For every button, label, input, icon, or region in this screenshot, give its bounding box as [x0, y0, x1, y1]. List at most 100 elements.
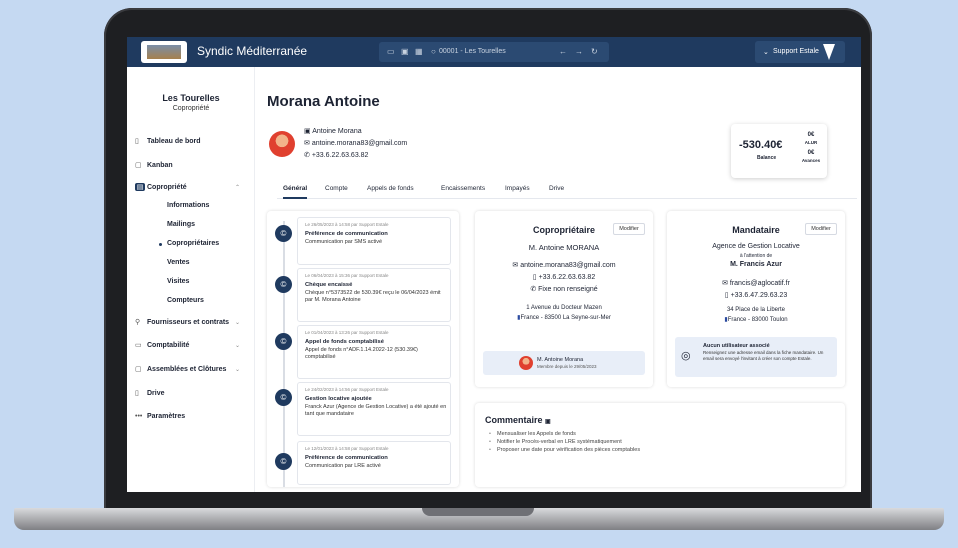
timeline-desc: Chèque n°5373522 de 530.39€ reçu le 06/0…: [305, 290, 441, 303]
book-icon: ▯: [135, 138, 139, 145]
sidebar-item-dashboard[interactable]: ▯ Tableau de bord: [135, 137, 201, 145]
avatar: [269, 131, 295, 157]
timeline-title: Gestion locative ajoutée: [305, 396, 372, 402]
sidebar-item-copropriete[interactable]: ▤ Copropriété: [135, 183, 187, 191]
member-badge[interactable]: M. Antoine Morana Membre depuis le 29/05…: [483, 351, 645, 375]
org-type: Copropriété: [172, 105, 210, 112]
euro-icon: ©: [275, 276, 292, 293]
agent-card: Mandataire Modifier Agence de Gestion Lo…: [667, 211, 845, 387]
sub-item-compteurs[interactable]: Compteurs: [167, 297, 204, 304]
timeline-title: Chèque encaissé: [305, 282, 353, 288]
timeline-item[interactable]: Le 24/02/2023 à 14:56 par Support Estale…: [297, 382, 451, 436]
building-icon: ▤: [135, 183, 145, 191]
main-content: Morana Antoine ▣ Antoine Morana ✉ antoin…: [255, 67, 861, 492]
tab-impayes[interactable]: Impayés: [505, 185, 530, 192]
activity-timeline: © Le 26/05/2023 à 14:58 par Support Esta…: [267, 211, 459, 487]
sub-item-ventes[interactable]: Ventes: [167, 259, 190, 266]
sidebar-item-parametres[interactable]: ••• Paramètres: [135, 413, 185, 420]
phone-icon: ✆: [530, 286, 539, 293]
no-user-warning: ◎ Aucun utilisateur associé Renseignez u…: [675, 337, 837, 377]
app-title: Syndic Méditerranée: [197, 44, 308, 58]
sub-item-coproprietaires[interactable]: Copropriétaires: [158, 240, 219, 247]
page-title: Morana Antoine: [267, 93, 380, 110]
search-input[interactable]: 00001 - Les Tourelles: [439, 48, 506, 55]
euro-icon: ©: [275, 453, 292, 470]
country-text: France - 83500 La Seyne-sur-Mer: [520, 315, 611, 321]
chevron-down-icon[interactable]: ⌄: [235, 319, 240, 326]
window-icon[interactable]: ▭: [387, 47, 395, 56]
phone-icon: ✆: [304, 152, 312, 159]
grid-icon[interactable]: ▦: [415, 47, 423, 56]
mail-icon: ✉: [722, 280, 730, 287]
contact-email[interactable]: ✉ antoine.morana83@gmail.com: [304, 139, 407, 147]
user-menu[interactable]: ⌄ Support Estale: [755, 41, 845, 63]
back-arrow-icon[interactable]: ←: [559, 47, 567, 56]
edit-icon[interactable]: ▣: [545, 419, 551, 425]
member-name: M. Antoine Morana: [537, 357, 584, 363]
timeline-meta: Le 12/01/2023 à 14:58 par Support Estale: [305, 446, 389, 451]
owner-email[interactable]: ✉ antoine.morana83@gmail.com: [475, 261, 653, 269]
timeline-line: [283, 221, 285, 487]
tab-compte[interactable]: Compte: [325, 185, 348, 192]
member-since: Membre depuis le 29/05/2023: [537, 364, 597, 369]
mail-icon: ✉: [304, 140, 312, 147]
sub-item-informations[interactable]: Informations: [167, 202, 209, 209]
agent-agency: Agence de Gestion Locative: [712, 243, 800, 250]
owner-phone[interactable]: ▯ +33.6.22.63.63.82: [475, 273, 653, 281]
sidebar-item-drive[interactable]: ▯ Drive: [135, 389, 165, 397]
euro-icon: ©: [275, 389, 292, 406]
chat-icon: ▢: [135, 162, 142, 169]
timeline-item[interactable]: Le 26/05/2023 à 14:58 par Support Estale…: [297, 217, 451, 265]
app-screen: Syndic Méditerranée ▭ ▣ ▦ ○ 00001 - Les …: [127, 37, 861, 492]
agent-address-line1: 34 Place de la Liberte: [726, 307, 786, 313]
timeline-item[interactable]: Le 12/01/2023 à 14:58 par Support Estale…: [297, 441, 451, 485]
file-icon: ▯: [135, 390, 139, 397]
reload-icon[interactable]: ↻: [591, 47, 598, 56]
agent-attention: à l'attention de: [739, 253, 773, 259]
tab-encaissements[interactable]: Encaissements: [441, 185, 485, 192]
agent-address-line2: ▮France - 83000 Toulon: [667, 316, 845, 323]
tab-appels-de-fonds[interactable]: Appels de fonds: [367, 185, 414, 192]
tab-general[interactable]: Général: [283, 185, 308, 199]
timeline-meta: Le 06/04/2023 à 15:36 par Support Estale: [305, 273, 389, 278]
agent-email[interactable]: ✉ francis@aglocatif.fr: [667, 279, 845, 287]
sub-item-visites[interactable]: Visites: [167, 278, 189, 285]
timeline-desc: Appel de fonds n°ADF.1.14.2022-12 (530.3…: [305, 347, 418, 360]
timeline-meta: Le 24/02/2023 à 14:56 par Support Estale: [305, 387, 389, 392]
forward-arrow-icon[interactable]: →: [575, 47, 583, 56]
more-icon: •••: [135, 413, 143, 420]
chevron-down-icon[interactable]: ⌄: [235, 366, 240, 373]
wrench-icon: ⚲: [135, 319, 141, 326]
euro-icon: ©: [275, 333, 292, 350]
warning-description: Renseignez une adresse email dans la fic…: [703, 350, 824, 361]
navigation-bar: ▭ ▣ ▦ ○ 00001 - Les Tourelles ← → ↻: [379, 42, 609, 62]
top-bar: Syndic Méditerranée ▭ ▣ ▦ ○ 00001 - Les …: [127, 37, 861, 67]
org-name: Les Tourelles: [162, 93, 220, 103]
syndic-logo[interactable]: [141, 41, 187, 63]
member-avatar: [519, 356, 533, 370]
balance-label: Balance: [757, 155, 777, 161]
contact-phone[interactable]: ✆ +33.6.22.63.63.82: [304, 151, 368, 159]
comment-line: Mensualiser les Appels de fonds: [489, 431, 576, 437]
tab-drive[interactable]: Drive: [549, 185, 564, 192]
avances-value: 0€: [807, 150, 815, 156]
agent-phone[interactable]: ▯ +33.6.47.29.63.23: [667, 291, 845, 299]
sidebar-item-kanban[interactable]: ▢ Kanban: [135, 161, 173, 169]
timeline-item[interactable]: Le 06/04/2023 à 15:36 par Support Estale…: [297, 268, 451, 322]
sidebar-item-assemblees[interactable]: ▢ Assemblées et Clôtures: [135, 365, 226, 373]
owner-name: M. Antoine MORANA: [528, 243, 600, 252]
sidebar-item-comptabilite[interactable]: ▭ Comptabilité: [135, 341, 189, 349]
sub-item-mailings[interactable]: Mailings: [167, 221, 195, 228]
split-view-icon[interactable]: ▣: [401, 47, 409, 56]
owner-modify-button[interactable]: Modifier: [613, 223, 645, 235]
chevron-down-icon[interactable]: ⌄: [235, 342, 240, 349]
comment-title: Commentaire ▣: [485, 415, 551, 425]
laptop-notch: [422, 508, 534, 516]
comment-card: Commentaire ▣ Mensualiser les Appels de …: [475, 403, 845, 487]
agent-modify-button[interactable]: Modifier: [805, 223, 837, 235]
chevron-up-icon[interactable]: ⌃: [235, 184, 240, 191]
user-label: Support Estale: [773, 48, 819, 55]
sidebar-item-fournisseurs[interactable]: ⚲ Fournisseurs et contrats: [135, 318, 229, 326]
building-image: [147, 45, 181, 59]
timeline-item[interactable]: Le 01/04/2023 à 13:26 par Support Estale…: [297, 325, 451, 379]
